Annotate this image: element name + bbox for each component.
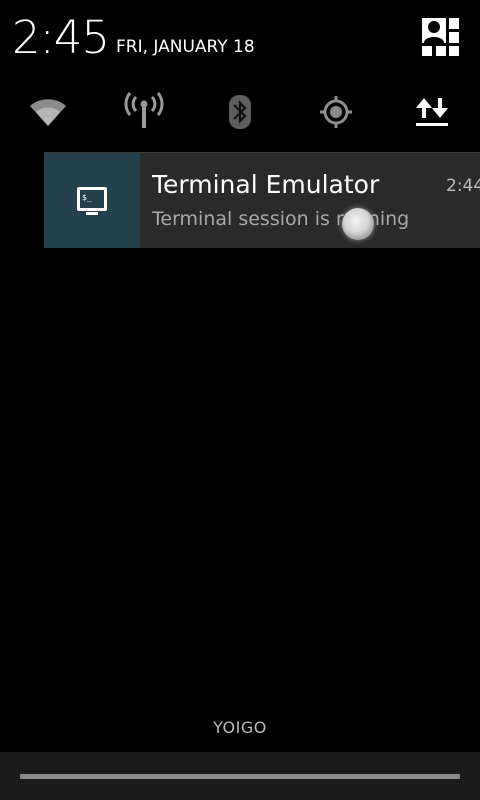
notification-icon-box: $_ — [44, 153, 140, 248]
gps-toggle[interactable] — [306, 84, 366, 140]
notification-title: Terminal Emulator — [152, 170, 380, 199]
data-sync-icon — [416, 98, 448, 126]
clock: 2:45 — [12, 11, 110, 64]
bluetooth-toggle[interactable] — [210, 84, 270, 140]
shade-header: 2:45 FRI, JANUARY 18 — [0, 0, 480, 78]
user-settings-icon — [422, 18, 459, 56]
drag-handle[interactable] — [20, 774, 460, 779]
gps-icon — [320, 96, 352, 128]
wifi-toggle[interactable] — [18, 84, 78, 140]
mobile-data-toggle[interactable] — [114, 84, 174, 140]
wifi-icon — [30, 99, 66, 126]
notification-shade: 2:45 FRI, JANUARY 18 $_ Terminal Emulato… — [0, 0, 480, 800]
shade-bottom-bar[interactable] — [0, 752, 480, 800]
touch-indicator — [342, 208, 374, 240]
notification-time: 2:44 — [446, 176, 480, 196]
quick-settings-user-button[interactable] — [420, 17, 462, 57]
sync-toggle[interactable] — [402, 84, 462, 140]
terminal-notification[interactable]: $_ Terminal Emulator 2:44 Terminal sessi… — [44, 152, 480, 248]
svg-text:$_: $_ — [82, 193, 92, 202]
quick-settings-row — [0, 84, 480, 140]
carrier-label: YOIGO — [213, 718, 267, 737]
date-label: FRI, JANUARY 18 — [116, 37, 255, 57]
bluetooth-icon — [229, 95, 251, 129]
terminal-icon: $_ — [77, 186, 107, 215]
mobile-signal-icon — [124, 92, 164, 128]
